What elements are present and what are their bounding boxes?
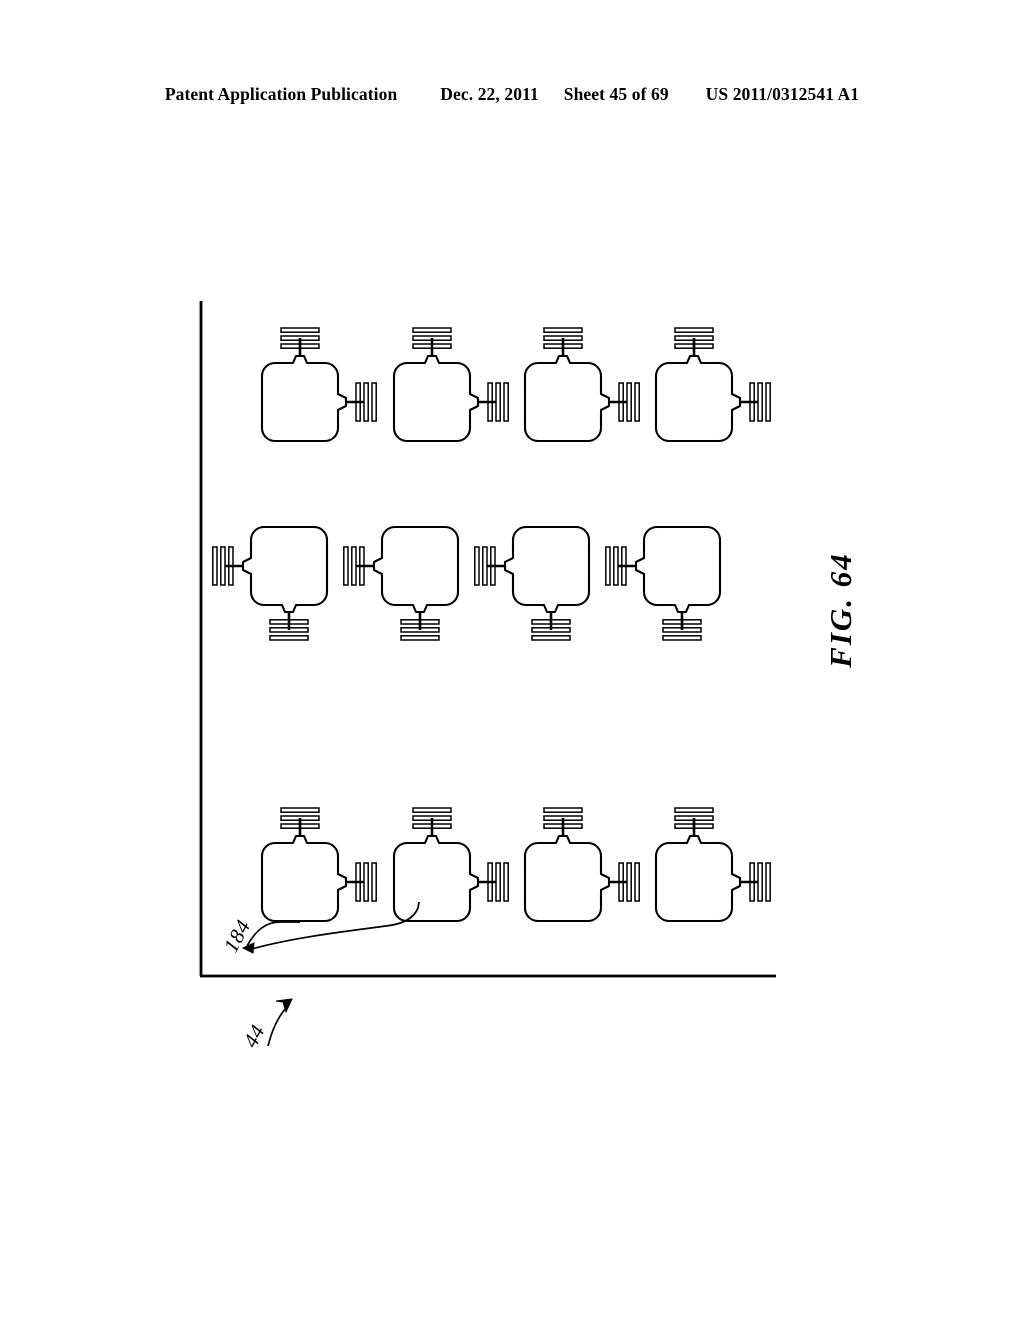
figure-svg-canvas <box>199 301 776 1047</box>
unit-cell[interactable] <box>523 806 641 923</box>
unit-cell[interactable] <box>260 326 378 443</box>
unit-cell[interactable] <box>473 525 591 642</box>
leader-lines-184 <box>241 901 420 954</box>
unit-cell[interactable] <box>604 525 722 642</box>
unit-cell[interactable] <box>654 806 772 923</box>
unit-cell[interactable] <box>392 326 510 443</box>
unit-cell[interactable] <box>211 525 329 642</box>
figure-drawing: 184 44 FIG. 64 <box>0 0 1024 1320</box>
unit-cell[interactable] <box>654 326 772 443</box>
unit-cell[interactable] <box>523 326 641 443</box>
cell-row-3 <box>260 806 772 923</box>
unit-cell[interactable] <box>342 525 460 642</box>
unit-cell[interactable] <box>260 806 378 923</box>
cell-row-1 <box>260 326 772 443</box>
cell-row-2 <box>211 525 722 642</box>
unit-cell[interactable] <box>392 806 510 923</box>
